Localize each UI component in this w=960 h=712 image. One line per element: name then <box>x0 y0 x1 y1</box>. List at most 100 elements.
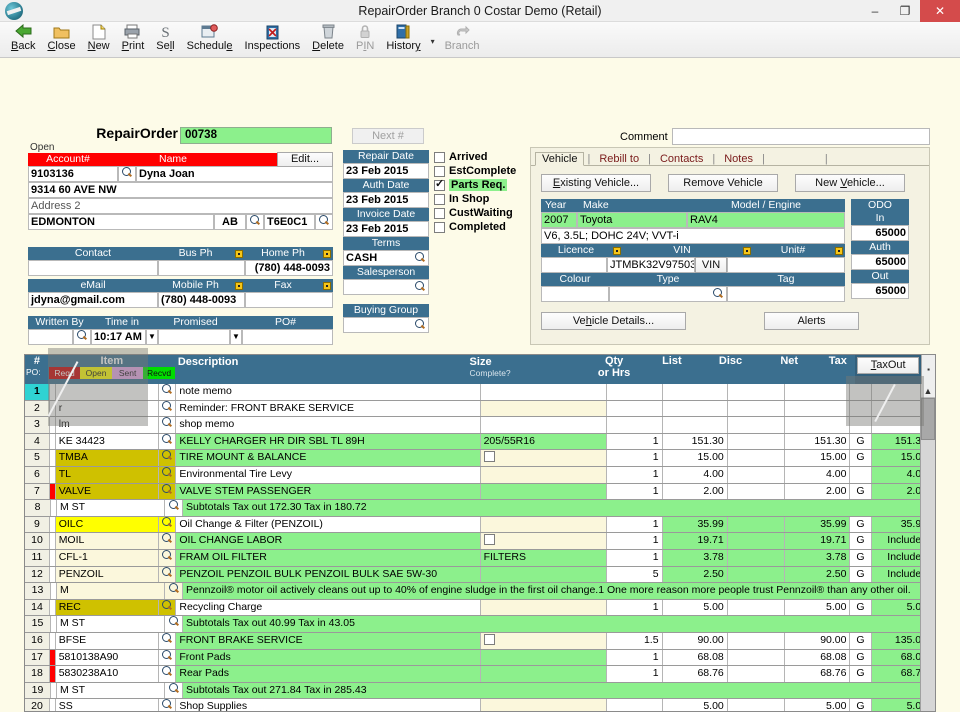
postal-field[interactable]: T6E0C1 <box>264 214 315 230</box>
tax-cell[interactable] <box>850 417 872 433</box>
comment-field[interactable] <box>671 128 930 145</box>
close-button[interactable]: ✕ <box>920 0 960 22</box>
row-number-cell[interactable]: 11 <box>25 549 50 566</box>
list-cell[interactable]: 151.30 <box>662 433 728 450</box>
description-cell[interactable]: KELLY CHARGER HR DIR SBL TL 89H <box>176 433 481 450</box>
list-cell[interactable]: 2.50 <box>662 566 728 583</box>
net-cell[interactable]: 3.78 <box>785 549 851 566</box>
home-ph-indicator[interactable] <box>321 247 333 260</box>
in-shop-checkbox[interactable] <box>434 193 445 205</box>
odo-auth-field[interactable]: 65000 <box>851 254 909 270</box>
item-lookup-button[interactable] <box>159 433 177 450</box>
new-vehicle-button[interactable]: New Vehicle... <box>795 174 905 192</box>
item-lookup-button[interactable] <box>165 500 183 516</box>
fax-indicator[interactable] <box>321 279 333 292</box>
description-cell[interactable]: Shop Supplies <box>176 699 481 711</box>
description-cell[interactable]: Front Pads <box>176 649 481 666</box>
minimize-button[interactable]: – <box>860 0 890 22</box>
history-dropdown-arrow[interactable]: ▾ <box>428 37 438 46</box>
qty-cell[interactable] <box>606 417 663 433</box>
size-cell[interactable] <box>480 400 607 417</box>
year-field[interactable]: 2007 <box>541 212 577 228</box>
status-row-in-shop[interactable]: In Shop <box>434 192 516 206</box>
status-row-arrived[interactable]: Arrived <box>434 150 516 164</box>
tax-cell[interactable]: G <box>850 632 872 649</box>
row-number-cell[interactable]: 4 <box>25 433 50 450</box>
size-cell[interactable] <box>480 384 607 400</box>
item-lookup-button[interactable] <box>159 483 177 500</box>
table-row[interactable]: 8 M ST Subtotals Tax out 172.30 Tax in 180… <box>25 500 935 517</box>
description-cell[interactable]: Recycling Charge <box>176 599 481 616</box>
row-number-cell[interactable]: 5 <box>25 450 50 466</box>
parts-req-checkbox[interactable] <box>434 177 445 191</box>
row-number-cell[interactable]: 1 <box>25 384 50 400</box>
promised-field[interactable] <box>158 329 230 345</box>
order-number-field[interactable]: 00738 <box>180 127 332 144</box>
search-icon[interactable] <box>712 288 724 300</box>
table-row[interactable]: 17 5810138A90 Front Pads 1 68.08 68.08 G 68.08 <box>25 649 935 667</box>
table-row[interactable]: 9 OILC Oil Change & Filter (PENZOIL) 1 35.99… <box>25 516 935 534</box>
status-row-custwaiting[interactable]: CustWaiting <box>434 206 516 220</box>
row-number-cell[interactable]: 9 <box>25 516 50 533</box>
tab-notes[interactable]: Notes <box>718 153 759 165</box>
qty-cell[interactable]: 1 <box>606 433 663 450</box>
qty-cell[interactable]: 1 <box>606 450 663 466</box>
net-cell[interactable]: 151.30 <box>785 433 851 450</box>
toolbar-inspections-button[interactable]: Inspections <box>240 22 306 53</box>
disc-cell[interactable] <box>727 566 786 583</box>
description-cell[interactable]: Subtotals Tax out 172.30 Tax in 180.72 <box>183 500 935 516</box>
item-cell[interactable]: M ST <box>57 682 165 699</box>
tax-cell[interactable] <box>850 400 872 417</box>
size-cell[interactable] <box>480 599 607 616</box>
row-number-cell[interactable]: 19 <box>25 682 51 699</box>
list-cell[interactable]: 15.00 <box>662 450 728 466</box>
disc-cell[interactable] <box>727 400 786 417</box>
size-cell[interactable] <box>480 533 607 549</box>
search-icon[interactable] <box>414 319 426 331</box>
net-cell[interactable]: 68.08 <box>785 649 851 666</box>
list-cell[interactable]: 5.00 <box>662 699 728 711</box>
item-lookup-button[interactable] <box>159 699 177 711</box>
time-in-dropdown-icon[interactable]: ▼ <box>146 329 158 345</box>
colour-field[interactable] <box>541 286 609 302</box>
qty-cell[interactable]: 1 <box>606 549 663 566</box>
disc-cell[interactable] <box>727 483 786 500</box>
line-items-grid[interactable]: # PO: Item Reqd Open Sent Recvd Descript… <box>24 354 936 712</box>
row-number-cell[interactable]: 8 <box>25 500 51 516</box>
bus-ph-field[interactable] <box>158 260 245 276</box>
item-cell[interactable]: BFSE <box>55 632 160 649</box>
size-cell[interactable] <box>480 566 607 583</box>
item-cell[interactable]: VALVE <box>55 483 160 500</box>
item-cell[interactable]: REC <box>55 599 160 616</box>
taxout-button[interactable]: TaxOut <box>857 357 920 374</box>
item-cell[interactable]: SS <box>55 699 160 711</box>
unit-indicator[interactable] <box>833 244 845 257</box>
table-row[interactable]: 16 BFSE FRONT BRAKE SERVICE 1.5 90.00 90.00 G 1… <box>25 632 935 650</box>
existing-vehicle-button[interactable]: Existing Vehicle... <box>541 174 651 192</box>
estcomplete-checkbox[interactable] <box>434 165 445 177</box>
table-row[interactable]: 10 MOIL OIL CHANGE LABOR 1 19.71 19.71 G Includ… <box>25 533 935 550</box>
size-cell[interactable] <box>480 466 607 483</box>
list-cell[interactable] <box>662 400 728 417</box>
size-cell[interactable] <box>480 450 607 466</box>
toolbar-new-button[interactable]: New <box>83 22 115 53</box>
list-cell[interactable]: 4.00 <box>662 466 728 483</box>
list-cell[interactable]: 19.71 <box>662 533 728 549</box>
scrollbar-thumb[interactable] <box>921 398 935 440</box>
toolbar-branch-button[interactable]: Branch <box>440 22 485 53</box>
description-cell[interactable]: FRAM OIL FILTER <box>176 549 481 566</box>
item-cell[interactable]: M ST <box>57 500 165 516</box>
toolbar-print-button[interactable]: Print <box>117 22 150 53</box>
province-lookup-button[interactable] <box>246 214 264 230</box>
licence-indicator[interactable] <box>611 244 623 257</box>
row-number-cell[interactable]: 12 <box>25 566 50 583</box>
auth-date-field[interactable]: 23 Feb 2015 <box>343 192 429 208</box>
disc-cell[interactable] <box>727 699 786 711</box>
net-cell[interactable]: 68.76 <box>785 666 851 682</box>
item-cell[interactable]: OILC <box>55 516 160 533</box>
description-cell[interactable]: note memo <box>176 384 481 400</box>
tab-contacts[interactable]: Contacts <box>654 153 709 165</box>
customer-name-field[interactable]: Dyna Joan <box>136 166 333 182</box>
table-row[interactable]: 7 VALVE VALVE STEM PASSENGER 1 2.00 2.00 G 2.00 <box>25 483 935 501</box>
tax-cell[interactable]: G <box>850 516 872 533</box>
